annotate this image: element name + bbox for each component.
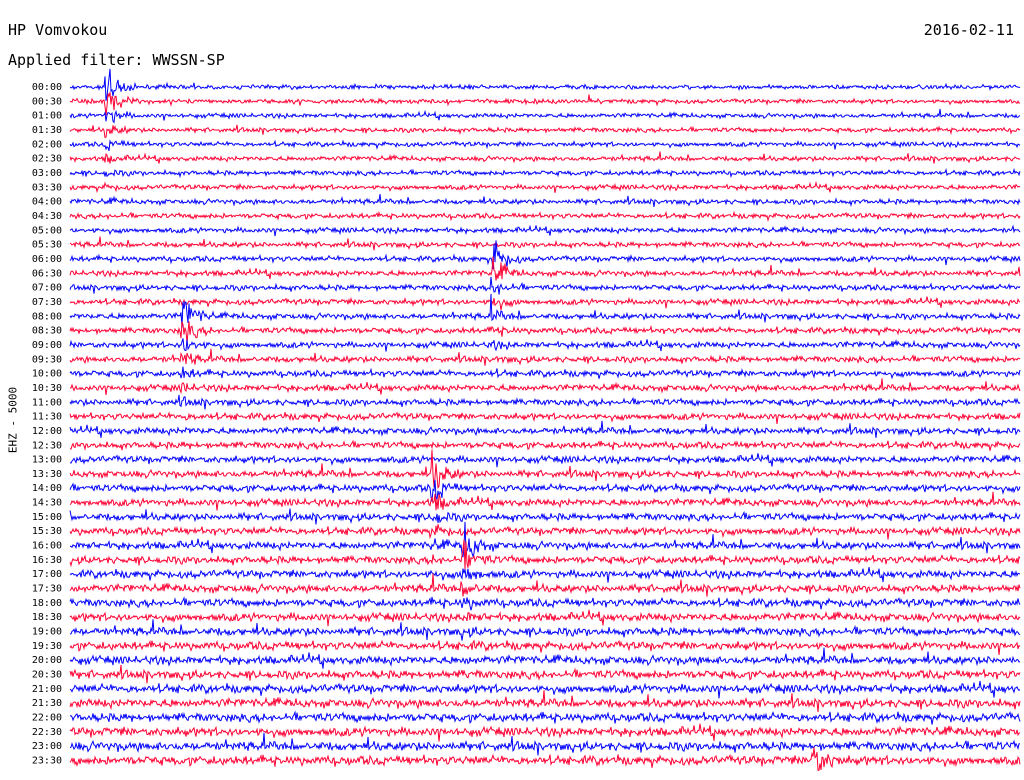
row-time-label: 04:00: [32, 197, 62, 208]
seismic-trace-row: [69, 92, 1021, 116]
row-time-label: 15:00: [32, 512, 62, 523]
row-time-label: 00:00: [32, 82, 62, 93]
row-time-label: 17:30: [32, 584, 62, 595]
seismic-trace-row: [69, 411, 1021, 424]
seismic-trace-row: [69, 321, 1021, 344]
seismic-trace-row: [69, 296, 1021, 311]
seismic-trace-row: [69, 420, 1021, 438]
seismic-trace-row: [69, 567, 1021, 583]
seismic-trace-row: [69, 573, 1021, 597]
helicorder-figure: { "header": { "station": "HP Vomvokou", …: [0, 0, 1024, 780]
seismic-trace-row: [69, 449, 1021, 489]
row-time-label: 08:00: [32, 311, 62, 322]
row-time-label: 01:30: [32, 125, 62, 136]
seismic-trace-row: [69, 479, 1021, 502]
row-time-label: 16:30: [32, 555, 62, 566]
row-time-label: 13:30: [32, 469, 62, 480]
seismic-trace-row: [69, 293, 1021, 328]
row-time-label: 00:30: [32, 96, 62, 107]
seismic-trace-row: [69, 338, 1021, 352]
row-time-label: 13:00: [32, 455, 62, 466]
seismic-trace-row: [69, 236, 1021, 251]
row-time-label: 09:00: [32, 340, 62, 351]
row-time-label: 09:30: [32, 354, 62, 365]
row-time-label: 05:30: [32, 240, 62, 251]
seismic-trace-row: [69, 348, 1021, 366]
row-time-label: 18:30: [32, 612, 62, 623]
row-time-label: 23:00: [32, 741, 62, 752]
seismic-trace-row: [69, 609, 1021, 627]
row-time-label: 10:30: [32, 383, 62, 394]
seismic-trace-row: [69, 256, 1021, 281]
row-time-label: 07:30: [32, 297, 62, 308]
seismic-trace-row: [69, 639, 1021, 656]
row-time-label: 18:00: [32, 598, 62, 609]
row-time-label: 12:00: [32, 426, 62, 437]
row-time-label: 02:00: [32, 139, 62, 150]
seismic-trace-row: [69, 167, 1021, 179]
row-time-label: 03:30: [32, 182, 62, 193]
seismic-trace-row: [69, 732, 1021, 756]
row-time-label: 17:00: [32, 569, 62, 580]
row-time-label: 06:00: [32, 254, 62, 265]
seismic-trace-row: [69, 68, 1021, 101]
seismic-trace-row: [69, 366, 1021, 380]
seismic-trace-row: [69, 647, 1021, 669]
row-time-label: 19:00: [32, 627, 62, 638]
row-time-label: 07:00: [32, 283, 62, 294]
seismic-trace-row: [69, 664, 1021, 684]
row-time-label: 14:30: [32, 498, 62, 509]
row-time-label: 04:30: [32, 211, 62, 222]
row-time-label: 03:00: [32, 168, 62, 179]
row-time-label: 01:00: [32, 111, 62, 122]
seismic-trace-row: [69, 139, 1021, 151]
seismic-trace-row: [69, 194, 1021, 208]
row-time-label: 05:00: [32, 225, 62, 236]
seismic-trace-row: [69, 394, 1021, 410]
row-time-label: 11:30: [32, 412, 62, 423]
row-time-label: 20:30: [32, 670, 62, 681]
row-time-label: 16:00: [32, 541, 62, 552]
seismic-trace-row: [69, 747, 1021, 771]
seismic-trace-row: [69, 151, 1021, 164]
row-time-label: 11:00: [32, 397, 62, 408]
seismic-trace-row: [69, 124, 1021, 138]
row-time-label: 08:30: [32, 326, 62, 337]
seismic-trace-row: [69, 596, 1021, 611]
seismic-trace-row: [69, 508, 1021, 525]
row-time-label: 06:30: [32, 268, 62, 279]
seismic-trace-row: [69, 108, 1021, 124]
seismic-trace-row: [69, 491, 1021, 511]
row-time-label: 21:00: [32, 684, 62, 695]
seismic-trace-row: [69, 180, 1021, 194]
seismic-trace-row: [69, 453, 1021, 468]
helicorder-plot: 00:00 00:30 01:00 01:30 02:00 02:30 03:00 03:30…: [32, 68, 1021, 771]
seismic-trace-row: [69, 439, 1021, 451]
row-time-label: 21:30: [32, 698, 62, 709]
seismic-trace-row: [69, 224, 1021, 237]
seismic-trace-row: [69, 210, 1021, 222]
row-time-label: 15:30: [32, 526, 62, 537]
row-time-label: 20:00: [32, 655, 62, 666]
seismic-trace-row: [69, 524, 1021, 540]
row-time-label: 22:30: [32, 727, 62, 738]
row-time-label: 19:30: [32, 641, 62, 652]
seismic-trace-row: [69, 680, 1021, 699]
row-time-label: 12:30: [32, 440, 62, 451]
seismic-trace-row: [69, 723, 1020, 742]
seismic-trace-row: [69, 690, 1021, 713]
row-time-label: 02:30: [32, 154, 62, 165]
row-time-label: 10:00: [32, 369, 62, 380]
seismic-trace-row: [69, 710, 1021, 725]
seismic-trace-row: [69, 619, 1021, 641]
seismic-trace-row: [69, 521, 1021, 558]
row-time-label: 23:30: [32, 756, 62, 767]
seismic-trace-row: [69, 276, 1021, 295]
seismic-trace-row: [69, 378, 1021, 396]
row-time-label: 14:00: [32, 483, 62, 494]
row-time-label: 22:00: [32, 713, 62, 724]
